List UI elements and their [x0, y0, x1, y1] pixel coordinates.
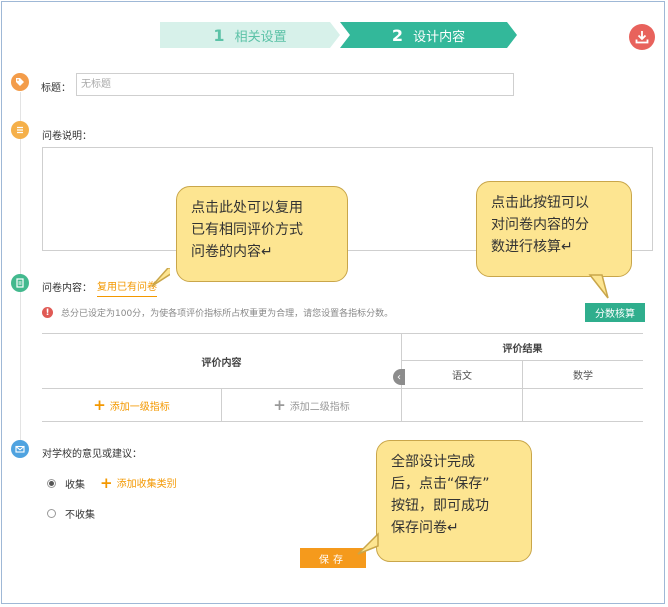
add-level1-indicator-button[interactable]: + 添加一级指标 — [42, 389, 222, 422]
callout-save-line-1: 全部设计完成 — [391, 454, 475, 470]
plus-icon: + — [100, 473, 113, 492]
reuse-questionnaire-link[interactable]: 复用已有问卷 — [97, 278, 157, 297]
plus-icon: + — [273, 396, 286, 414]
step-1-number: 1 — [213, 25, 225, 45]
callout-reuse-tip: 点击此处可以复用 已有相同评价方式 问卷的内容↵ — [176, 186, 348, 282]
callout-reuse-line-2: 已有相同评价方式 — [191, 222, 303, 238]
step-1-related-settings[interactable]: 1 相关设置 — [160, 22, 340, 48]
callout-reuse-tail — [151, 268, 170, 287]
score-calculate-button[interactable]: 分数核算 — [585, 303, 645, 322]
radio-no-collect[interactable]: 不收集 — [47, 506, 95, 521]
eval-content-header: 评价内容 — [42, 334, 402, 389]
step-1-label: 相关设置 — [234, 29, 287, 45]
subject-chinese-header: 语文 — [402, 361, 523, 389]
score-warning-text: 总分已设定为100分，为使各项评价指标所占权重更为合理，请您设置各指标分数。 — [61, 309, 394, 319]
add-category-label: 添加收集类别 — [116, 479, 177, 490]
timeline-line — [20, 92, 21, 442]
mail-icon — [11, 440, 29, 458]
table-cell-math — [523, 389, 643, 422]
callout-save-tip: 全部设计完成 后，点击“保存” 按钮，即可成功 保存问卷↵ — [376, 440, 532, 562]
evaluation-table: 评价内容 评价结果 语文 数学 + 添加一级指标 + 添加二级指标 — [42, 333, 643, 422]
callout-reuse-line-3: 问卷的内容↵ — [191, 244, 273, 260]
plus-icon: + — [93, 396, 106, 414]
download-icon[interactable] — [629, 24, 655, 50]
radio-no-collect-label: 不收集 — [65, 510, 95, 521]
callout-save-line-3: 按钮，即可成功 — [391, 498, 489, 514]
score-warning: ! 总分已设定为100分，为使各项评价指标所占权重更为合理，请您设置各指标分数。 — [42, 306, 393, 319]
title-input[interactable]: 无标题 — [76, 73, 514, 96]
callout-save-line-2: 后，点击“保存” — [391, 476, 490, 492]
suggestions-label: 对学校的意见或建议： — [42, 449, 142, 460]
eval-result-header: 评价结果 — [402, 334, 643, 361]
callout-reuse-line-1: 点击此处可以复用 — [191, 200, 303, 216]
radio-collect-label: 收集 — [65, 480, 85, 491]
content-label: 问卷内容： — [42, 283, 92, 294]
chevron-left-icon[interactable]: ‹ — [393, 369, 405, 385]
callout-save-tail — [357, 532, 379, 555]
description-label: 问卷说明： — [42, 131, 92, 142]
title-label: 标题： — [41, 83, 71, 94]
radio-no-collect-circle[interactable] — [47, 509, 56, 518]
callout-score-tip: 点击此按钮可以 对问卷内容的分 数进行核算↵ — [476, 181, 632, 277]
step-2-label: 设计内容 — [413, 29, 466, 45]
add-level2-indicator-button[interactable]: + 添加二级指标 — [222, 389, 402, 422]
callout-score-line-1: 点击此按钮可以 — [491, 195, 589, 211]
add-collect-category-button[interactable]: + 添加收集类别 — [100, 475, 177, 490]
radio-collect[interactable]: 收集 — [47, 476, 85, 491]
callout-score-line-3: 数进行核算↵ — [491, 239, 573, 255]
list-icon — [11, 121, 29, 139]
table-cell-chinese — [402, 389, 523, 422]
add-level2-label: 添加二级指标 — [289, 401, 350, 413]
callout-save-line-4: 保存问卷↵ — [391, 520, 459, 536]
step-2-number: 2 — [391, 25, 404, 45]
document-icon — [11, 274, 29, 292]
subject-math-header: 数学 — [523, 361, 643, 389]
add-level1-label: 添加一级指标 — [109, 401, 170, 413]
tag-icon — [11, 73, 29, 91]
callout-score-line-2: 对问卷内容的分 — [491, 217, 589, 233]
callout-score-tail — [588, 274, 609, 299]
radio-collect-circle[interactable] — [47, 479, 56, 488]
warning-icon: ! — [42, 307, 53, 318]
step-2-design-content[interactable]: 2 设计内容 — [340, 22, 517, 48]
